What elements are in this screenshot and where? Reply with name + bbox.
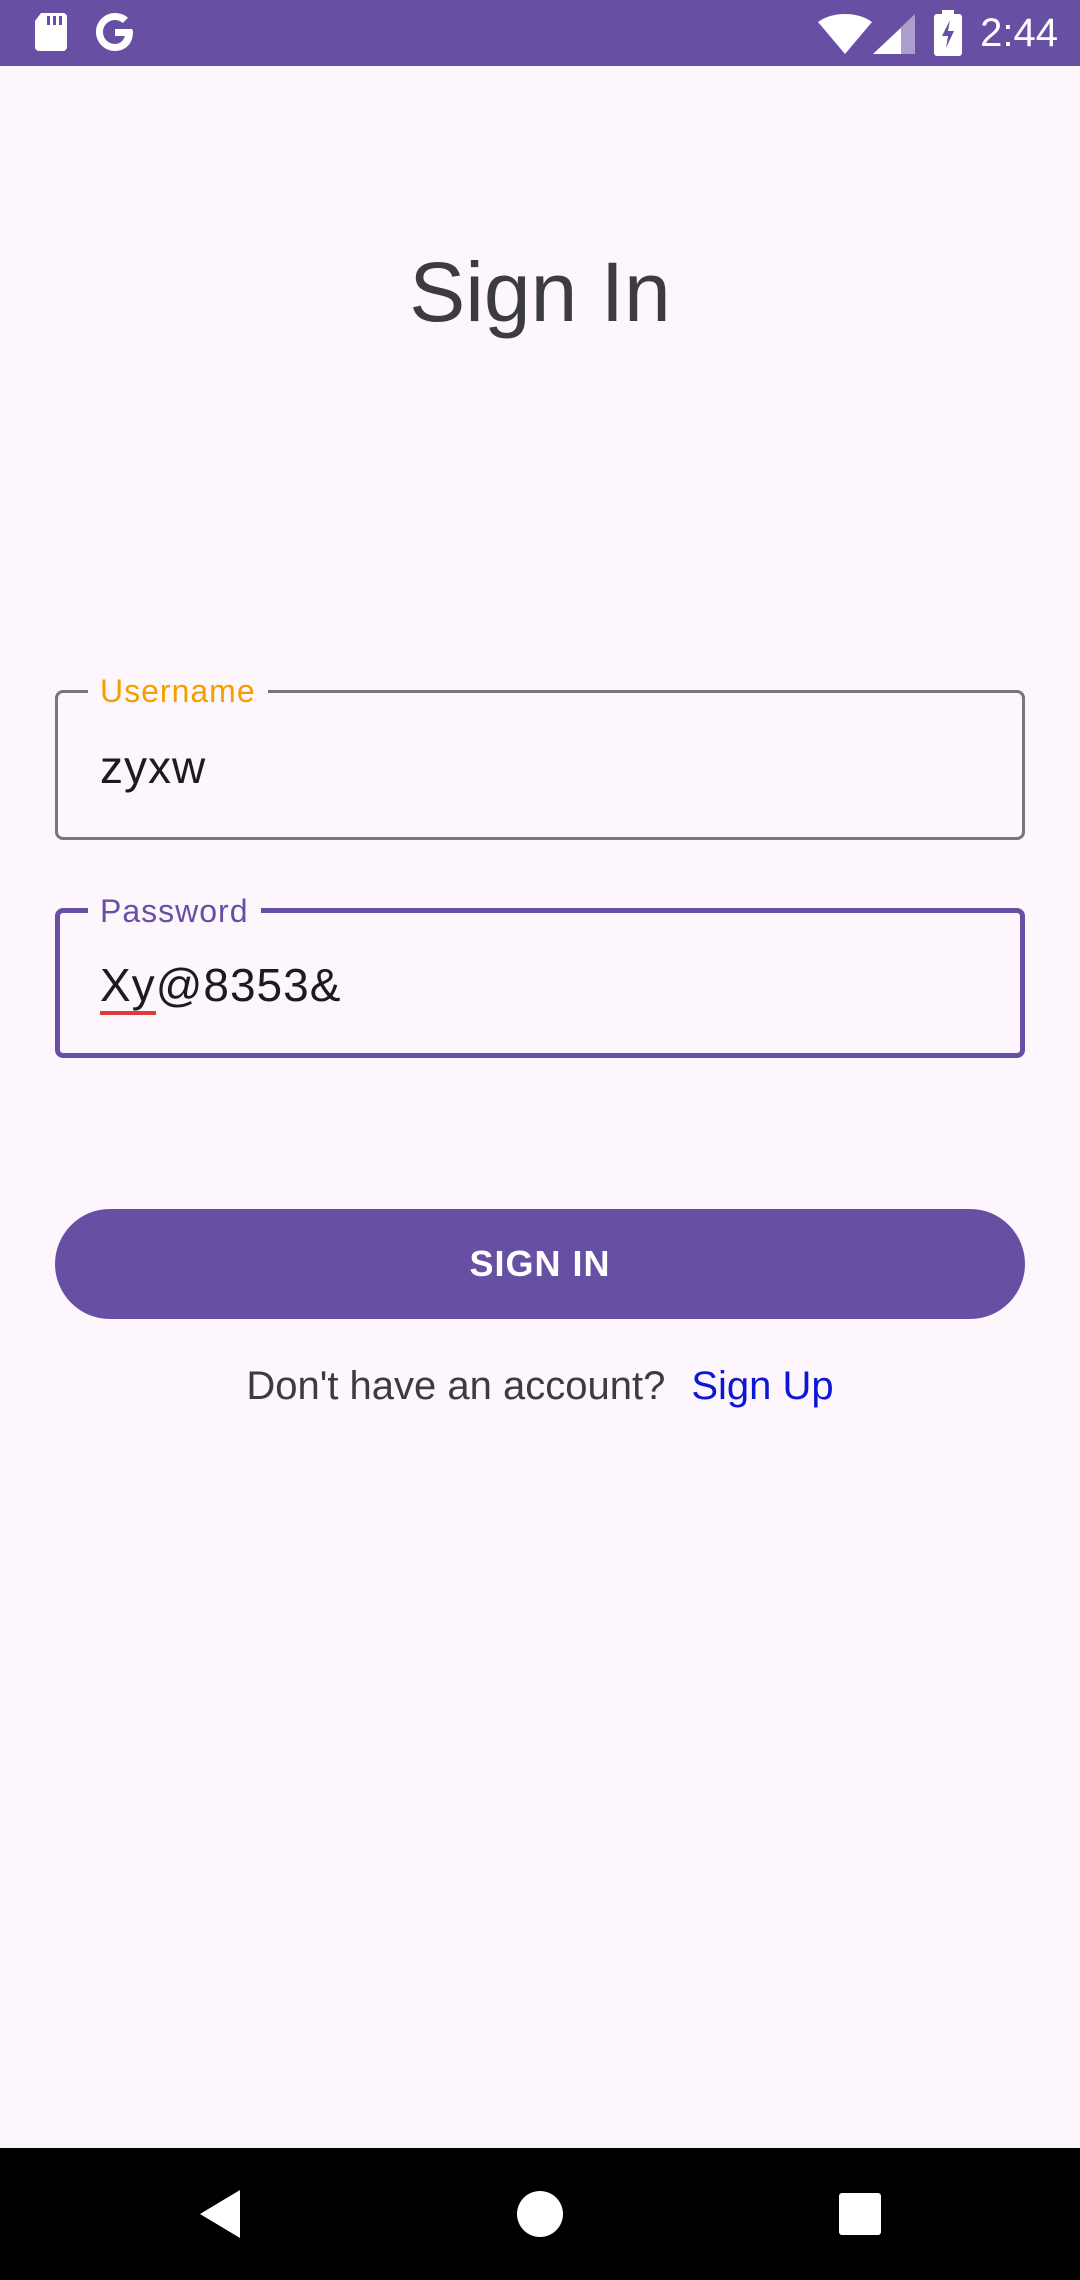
sd-card-icon (33, 13, 69, 56)
sign-up-link[interactable]: Sign Up (691, 1364, 833, 1408)
username-input[interactable]: zyxw (100, 739, 206, 795)
username-label: Username (88, 671, 268, 711)
signup-row: Don't have an account? Sign Up (0, 1358, 1080, 1414)
password-label: Password (88, 891, 261, 931)
signup-prompt: Don't have an account? (246, 1364, 666, 1408)
password-field[interactable]: Password Xy@8353& (55, 891, 1025, 1058)
status-time: 2:44 (980, 11, 1058, 55)
back-icon[interactable] (184, 2178, 256, 2250)
google-icon (94, 11, 136, 58)
battery-charging-icon (934, 10, 962, 61)
status-bar: 2:44 (0, 0, 1080, 66)
navigation-bar (0, 2148, 1080, 2280)
home-icon[interactable] (504, 2178, 576, 2250)
password-input[interactable]: Xy@8353& (100, 957, 342, 1015)
username-field[interactable]: Username zyxw (55, 671, 1025, 840)
signal-icon (873, 14, 915, 59)
recents-icon[interactable] (824, 2178, 896, 2250)
sign-in-button[interactable]: SIGN IN (55, 1209, 1025, 1319)
page-title: Sign In (409, 245, 671, 339)
password-text-rest: @8353& (155, 959, 342, 1011)
wifi-icon (818, 14, 872, 59)
spellcheck-underlined-text: Xy (100, 959, 156, 1015)
